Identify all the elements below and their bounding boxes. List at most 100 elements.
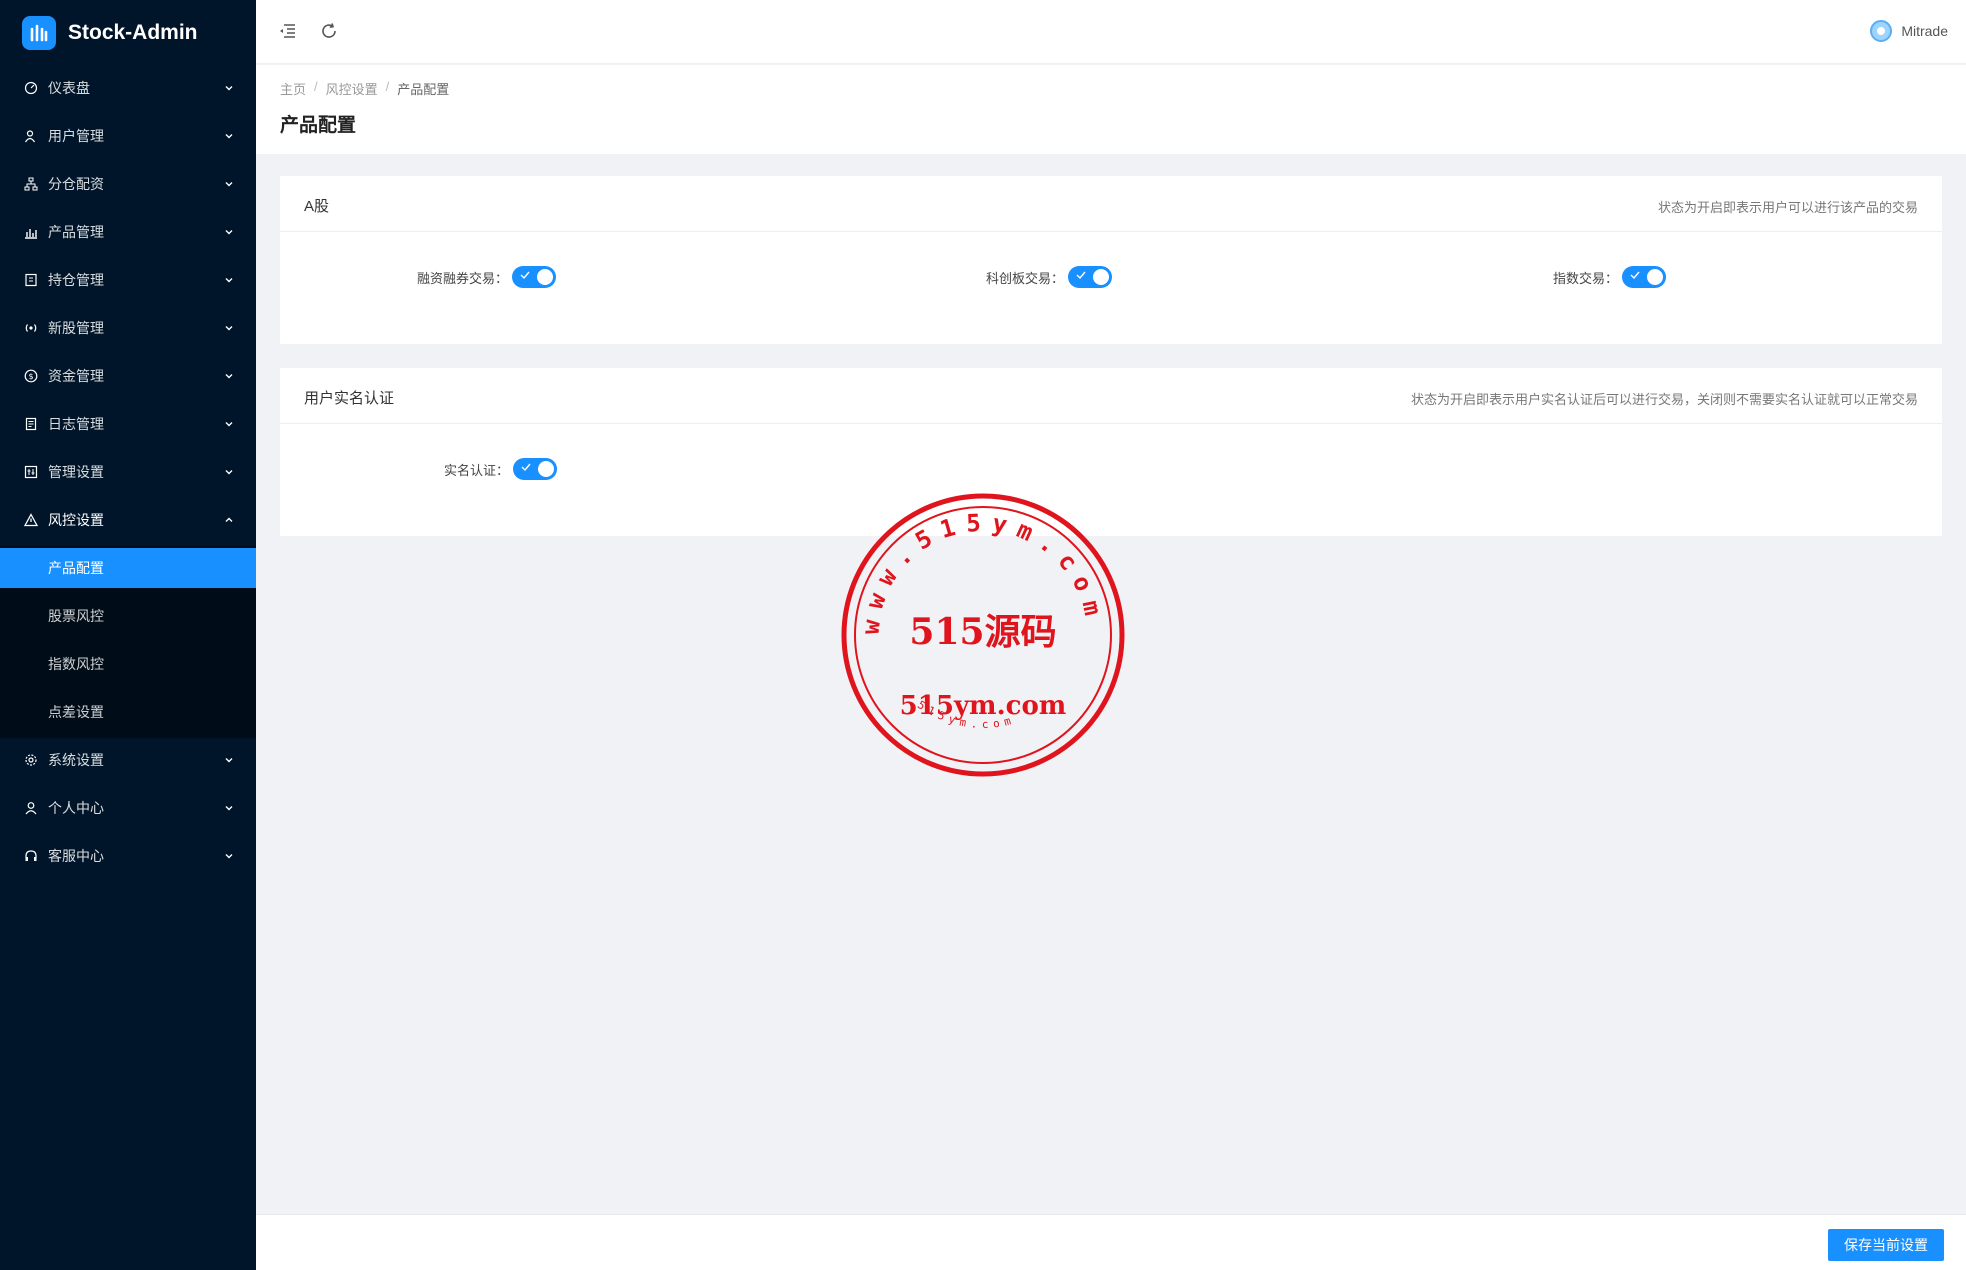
footer-bar: 保存当前设置 [256,1214,1966,1270]
card-hint: 状态为开启即表示用户可以进行该产品的交易 [1657,200,1918,215]
sidebar-item-funds[interactable]: $ 资金管理 [0,356,256,396]
page-header: 主页 / 风控设置 / 产品配置 产品配置 [256,65,1966,154]
margin-trading-field: 融资融券交易： [417,266,557,288]
check-icon [1630,271,1640,280]
sidebar-item-admin-settings[interactable]: 管理设置 [0,452,256,492]
sidebar-subitem-label: 点差设置 [48,704,104,720]
sidebar-item-label: 风控设置 [48,512,104,528]
chevron-down-icon [225,470,233,475]
bar-chart-icon [24,225,38,239]
margin-trading-switch[interactable] [512,266,557,288]
chevron-down-icon [225,230,233,235]
realname-switch[interactable] [513,458,558,480]
sidebar-item-risk-control[interactable]: 风控设置 [0,500,256,540]
sidebar-subitem-stock-risk[interactable]: 股票风控 [0,596,256,636]
index-trading-field: 指数交易： [1553,266,1667,288]
chevron-down-icon [225,758,233,763]
card-title: A股 [304,198,330,215]
field-label: 实名认证： [444,462,510,478]
admin-settings-icon [24,465,38,479]
avatar [1870,20,1893,42]
chevron-down-icon [225,86,233,91]
sidebar-item-label: 资金管理 [48,368,104,384]
index-trading-switch[interactable] [1622,266,1667,288]
sidebar-item-label: 产品管理 [48,224,104,240]
svg-text:$: $ [28,372,33,381]
sidebar-subitem-spread-settings[interactable]: 点差设置 [0,692,256,732]
sidebar-subitem-label: 产品配置 [48,560,104,576]
breadcrumb: 主页 / 风控设置 / 产品配置 [280,79,449,98]
log-icon [24,417,38,431]
chevron-down-icon [225,278,233,283]
broadcast-icon [24,321,38,335]
sidebar-item-label: 管理设置 [48,464,104,480]
field-label: 指数交易： [1553,270,1619,286]
user-menu[interactable]: Mitrade [1870,20,1948,42]
sidebar-item-customer-service[interactable]: 客服中心 [0,836,256,876]
star-market-switch[interactable] [1068,266,1113,288]
chevron-down-icon [225,326,233,331]
sidebar-item-system-settings[interactable]: 系统设置 [0,740,256,780]
top-header: Mitrade [256,0,1966,64]
sidebar-item-users[interactable]: 用户管理 [0,116,256,156]
sidebar-item-label: 持仓管理 [48,272,104,288]
sidebar-item-dashboard[interactable]: 仪表盘 [0,68,256,108]
breadcrumb-home[interactable]: 主页 [280,79,306,98]
refresh-button[interactable] [316,18,342,44]
watermark-stamp: www.515ym.com 515源码 515ym.com 515ym.com [841,493,1125,777]
check-icon [520,271,530,280]
sidebar-item-positions[interactable]: 持仓管理 [0,260,256,300]
breadcrumb-risk-control[interactable]: 风控设置 [326,79,378,98]
sitemap-icon [24,177,38,191]
sidebar-item-label: 仪表盘 [48,80,90,96]
refresh-icon [322,23,336,38]
switch-knob [1647,269,1664,285]
sidebar-item-products[interactable]: 产品管理 [0,212,256,252]
sidebar-item-label: 新股管理 [48,320,104,336]
field-label: 科创板交易： [986,270,1065,286]
card-title: 用户实名认证 [304,390,395,407]
chevron-down-icon [225,854,233,859]
sidebar-item-ipo[interactable]: 新股管理 [0,308,256,348]
realname-field: 实名认证： [444,458,558,480]
sidebar-subitem-product-config[interactable]: 产品配置 [0,548,256,588]
warning-icon [24,513,38,527]
collapse-menu-button[interactable] [274,18,300,44]
page-title: 产品配置 [280,115,357,136]
sidebar-item-allocation[interactable]: 分仓配资 [0,164,256,204]
dashboard-icon [24,81,38,95]
sidebar-item-logs[interactable]: 日志管理 [0,404,256,444]
chevron-down-icon [225,806,233,811]
switch-knob [1093,269,1110,285]
chevron-down-icon [225,422,233,427]
sidebar-item-label: 个人中心 [48,800,104,816]
sidebar-item-profile[interactable]: 个人中心 [0,788,256,828]
sidebar-item-label: 日志管理 [48,416,104,432]
check-icon [521,463,531,472]
switch-knob [537,269,554,285]
breadcrumb-separator: / [385,79,390,94]
holding-icon [24,273,38,287]
card-hint: 状态为开启即表示用户实名认证后可以进行交易，关闭则不需要实名认证就可以正常交易 [1410,392,1918,407]
username: Mitrade [1901,23,1948,39]
card-header: A股 状态为开启即表示用户可以进行该产品的交易 [280,176,1942,232]
save-settings-button[interactable]: 保存当前设置 [1828,1229,1944,1261]
breadcrumb-separator: / [314,79,318,94]
a-share-card: A股 状态为开启即表示用户可以进行该产品的交易 融资融券交易： 科创板交易： 指… [280,176,1942,344]
sidebar-subitem-label: 指数风控 [48,656,104,672]
gear-icon [24,753,38,767]
field-label: 融资融券交易： [417,270,509,286]
sidebar: Stock-Admin 仪表盘 用户管理 分仓配资 产品管理 持仓管理 新股管理… [0,0,256,1270]
sidebar-item-label: 客服中心 [48,848,104,864]
chevron-down-icon [225,134,233,139]
sidebar-subitem-index-risk[interactable]: 指数风控 [0,644,256,684]
chevron-up-icon [225,517,233,522]
sidebar-item-label: 用户管理 [48,128,104,144]
dollar-icon: $ [24,369,38,383]
check-icon [1076,271,1086,280]
logo[interactable]: Stock-Admin [0,0,256,66]
watermark-center-text: 515源码 [909,611,1056,653]
card-header: 用户实名认证 状态为开启即表示用户实名认证后可以进行交易，关闭则不需要实名认证就… [280,368,1942,424]
sidebar-item-label: 分仓配资 [48,176,104,192]
sidebar-item-label: 系统设置 [48,752,104,768]
